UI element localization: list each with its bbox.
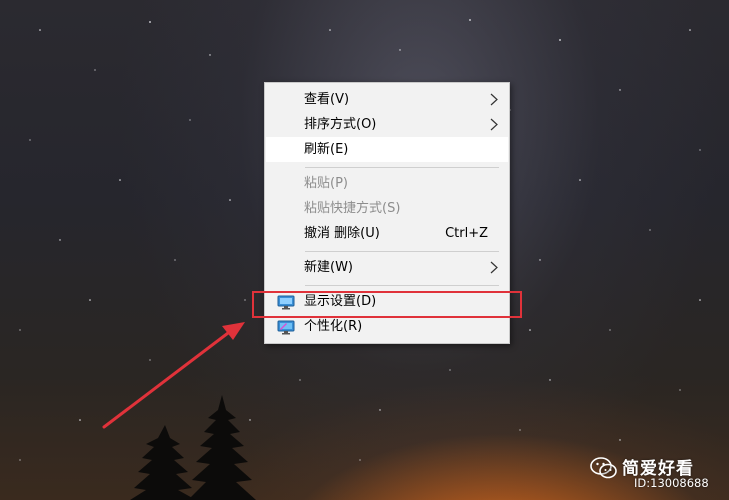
watermark: 简爱好看 ID:13008688 [590,454,725,498]
personalize-icon [277,320,295,335]
chevron-right-icon [490,118,498,131]
wechat-icon [590,457,617,479]
menu-item-refresh[interactable]: 刷新(E) [266,137,508,162]
menu-item-label: 粘贴快捷方式(S) [304,201,401,216]
menu-item-new[interactable]: 新建(W) [266,255,508,280]
menu-item-sort-by[interactable]: 排序方式(O) [266,112,508,137]
menu-item-label: 新建(W) [304,260,353,275]
menu-item-label: 排序方式(O) [304,117,377,132]
menu-item-shortcut: Ctrl+Z [445,226,488,241]
menu-item-undo-delete[interactable]: 撤消 删除(U) Ctrl+Z [266,221,508,246]
menu-item-label: 撤消 删除(U) [304,226,380,241]
menu-separator [305,285,499,286]
menu-item-paste[interactable]: 粘贴(P) [266,171,508,196]
chevron-right-icon [490,261,498,274]
menu-separator [305,167,499,168]
watermark-id: ID:13008688 [634,476,709,490]
menu-item-label: 粘贴(P) [304,176,348,191]
menu-item-label: 查看(V) [304,92,350,107]
menu-item-paste-shortcut[interactable]: 粘贴快捷方式(S) [266,196,508,221]
chevron-right-icon [490,93,498,106]
annotation-highlight-box [252,291,522,318]
menu-item-label: 刷新(E) [304,142,349,157]
menu-separator [305,251,499,252]
menu-item-view[interactable]: 查看(V) [266,87,508,112]
